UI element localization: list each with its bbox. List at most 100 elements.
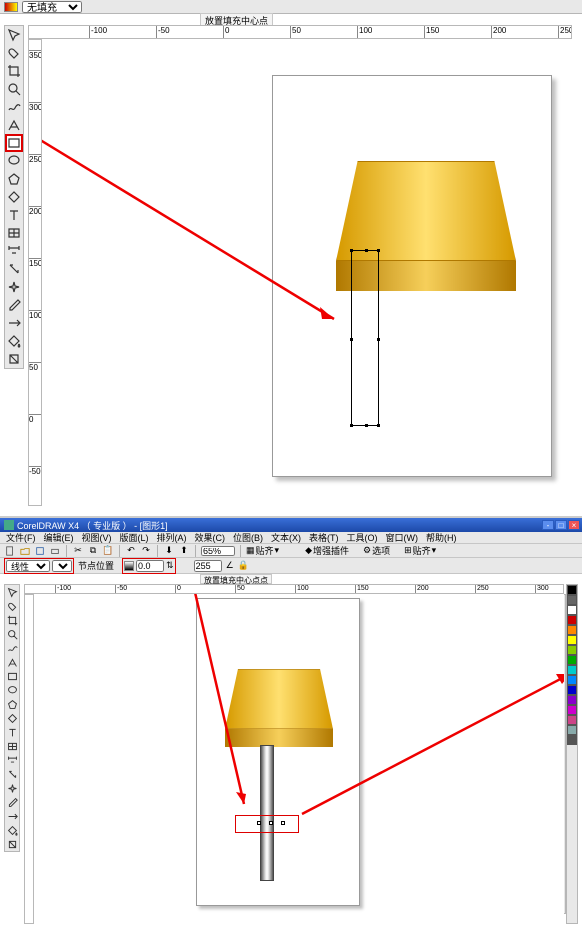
smart-draw-icon[interactable]	[5, 655, 19, 669]
color-swatch[interactable]	[567, 675, 577, 685]
menu-item[interactable]: 窗口(W)	[386, 531, 419, 544]
color-swatch[interactable]	[567, 695, 577, 705]
copy-icon[interactable]: ⧉	[87, 545, 99, 557]
selected-rectangle[interactable]	[351, 250, 379, 426]
basic-shapes-icon[interactable]	[5, 188, 23, 206]
freehand-icon[interactable]	[5, 98, 23, 116]
save-icon[interactable]	[34, 545, 46, 557]
color-swatch[interactable]	[567, 655, 577, 665]
ellipse-icon[interactable]	[5, 152, 23, 170]
menu-item[interactable]: 帮助(H)	[426, 531, 457, 544]
table-icon[interactable]	[5, 224, 23, 242]
menu-item[interactable]: 位图(B)	[233, 531, 263, 544]
connector-icon[interactable]	[5, 767, 19, 781]
color-swatch[interactable]	[567, 725, 577, 735]
color-swatch[interactable]	[567, 685, 577, 695]
color-swatch[interactable]	[567, 705, 577, 715]
align-button[interactable]: ⊞ 贴齐 ▾	[404, 544, 436, 557]
outline-icon[interactable]	[5, 314, 23, 332]
color-swatch[interactable]	[567, 605, 577, 615]
undo-icon[interactable]: ↶	[125, 545, 137, 557]
color-swatch[interactable]	[567, 625, 577, 635]
paste-icon[interactable]: 📋	[102, 545, 114, 557]
rectangle-icon[interactable]	[5, 669, 19, 683]
color-swatch[interactable]	[567, 595, 577, 605]
menu-item[interactable]: 工具(O)	[347, 531, 378, 544]
maximize-button[interactable]: □	[555, 520, 567, 530]
menu-item[interactable]: 编辑(E)	[44, 531, 74, 544]
pick-icon[interactable]	[5, 26, 23, 44]
interactive-fill-icon[interactable]	[5, 837, 19, 851]
dimension-icon[interactable]	[5, 242, 23, 260]
effects-icon[interactable]	[5, 781, 19, 795]
text-icon[interactable]	[5, 725, 19, 739]
gradient-preview[interactable]	[124, 561, 134, 571]
open-icon[interactable]	[19, 545, 31, 557]
crop-icon[interactable]	[5, 613, 19, 627]
other-input[interactable]	[194, 560, 222, 572]
close-button[interactable]: ×	[568, 520, 580, 530]
options-button[interactable]: ⚙ 选项	[363, 544, 390, 557]
menu-item[interactable]: 版面(L)	[120, 531, 149, 544]
snap-button[interactable]: ▦ 贴齐 ▾	[246, 544, 279, 557]
shape-icon[interactable]	[5, 44, 23, 62]
color-swatch[interactable]	[567, 615, 577, 625]
menu-item[interactable]: 文件(F)	[6, 531, 36, 544]
redo-icon[interactable]: ↷	[140, 545, 152, 557]
zoom-input[interactable]	[201, 546, 235, 556]
color-swatch[interactable]	[567, 715, 577, 725]
stepper-icon[interactable]: ⇅	[166, 560, 174, 571]
node-value-input[interactable]	[136, 560, 164, 572]
fill-type-select[interactable]: 无填充	[22, 1, 82, 13]
menu-item[interactable]: 排列(A)	[157, 531, 187, 544]
menu-item[interactable]: 视图(V)	[82, 531, 112, 544]
effects-icon[interactable]	[5, 278, 23, 296]
menu-item[interactable]: 表格(T)	[309, 531, 339, 544]
metal-pole[interactable]	[260, 745, 274, 881]
fill-swatch[interactable]	[4, 2, 18, 12]
new-icon[interactable]	[4, 545, 16, 557]
drawing-canvas-2[interactable]	[34, 594, 564, 924]
eyedropper-icon[interactable]	[5, 296, 23, 314]
menu-item[interactable]: 效果(C)	[195, 531, 226, 544]
pick-icon[interactable]	[5, 585, 19, 599]
import-icon[interactable]: ⬇	[163, 545, 175, 557]
fill-icon[interactable]	[5, 823, 19, 837]
color-swatch[interactable]	[567, 665, 577, 675]
color-swatch[interactable]	[567, 635, 577, 645]
smart-draw-icon[interactable]	[5, 116, 23, 134]
dimension-icon[interactable]	[5, 753, 19, 767]
outline-icon[interactable]	[5, 809, 19, 823]
text-icon[interactable]	[5, 206, 23, 224]
connector-icon[interactable]	[5, 260, 23, 278]
color-swatch[interactable]	[567, 735, 577, 745]
enhance-button[interactable]: ◆ 增强插件	[305, 544, 349, 557]
eyedropper-icon[interactable]	[5, 795, 19, 809]
shape-icon[interactable]	[5, 599, 19, 613]
zoom-icon[interactable]	[5, 80, 23, 98]
crop-icon[interactable]	[5, 62, 23, 80]
fill-type-select[interactable]: 线性	[6, 560, 50, 572]
fill-icon[interactable]	[5, 332, 23, 350]
drawing-canvas[interactable]	[42, 39, 572, 506]
menu-item[interactable]: 文本(X)	[271, 531, 301, 544]
color-swatch[interactable]	[567, 585, 577, 595]
gradient-nodes[interactable]	[257, 821, 285, 825]
polygon-icon[interactable]	[5, 170, 23, 188]
fill-subtype-select[interactable]: ▾	[52, 560, 72, 572]
table-icon[interactable]	[5, 739, 19, 753]
export-icon[interactable]: ⬆	[178, 545, 190, 557]
rectangle-icon[interactable]	[5, 134, 23, 152]
cut-icon[interactable]: ✂	[72, 545, 84, 557]
polygon-icon[interactable]	[5, 697, 19, 711]
color-swatch[interactable]	[567, 645, 577, 655]
basic-shapes-icon[interactable]	[5, 711, 19, 725]
minimize-button[interactable]: -	[542, 520, 554, 530]
lock-icon[interactable]: 🔒	[238, 560, 249, 571]
interactive-fill-icon[interactable]	[5, 350, 23, 368]
print-icon[interactable]	[49, 545, 61, 557]
zoom-icon[interactable]	[5, 627, 19, 641]
angle-icon[interactable]: ∠	[226, 560, 234, 571]
freehand-icon[interactable]	[5, 641, 19, 655]
ellipse-icon[interactable]	[5, 683, 19, 697]
